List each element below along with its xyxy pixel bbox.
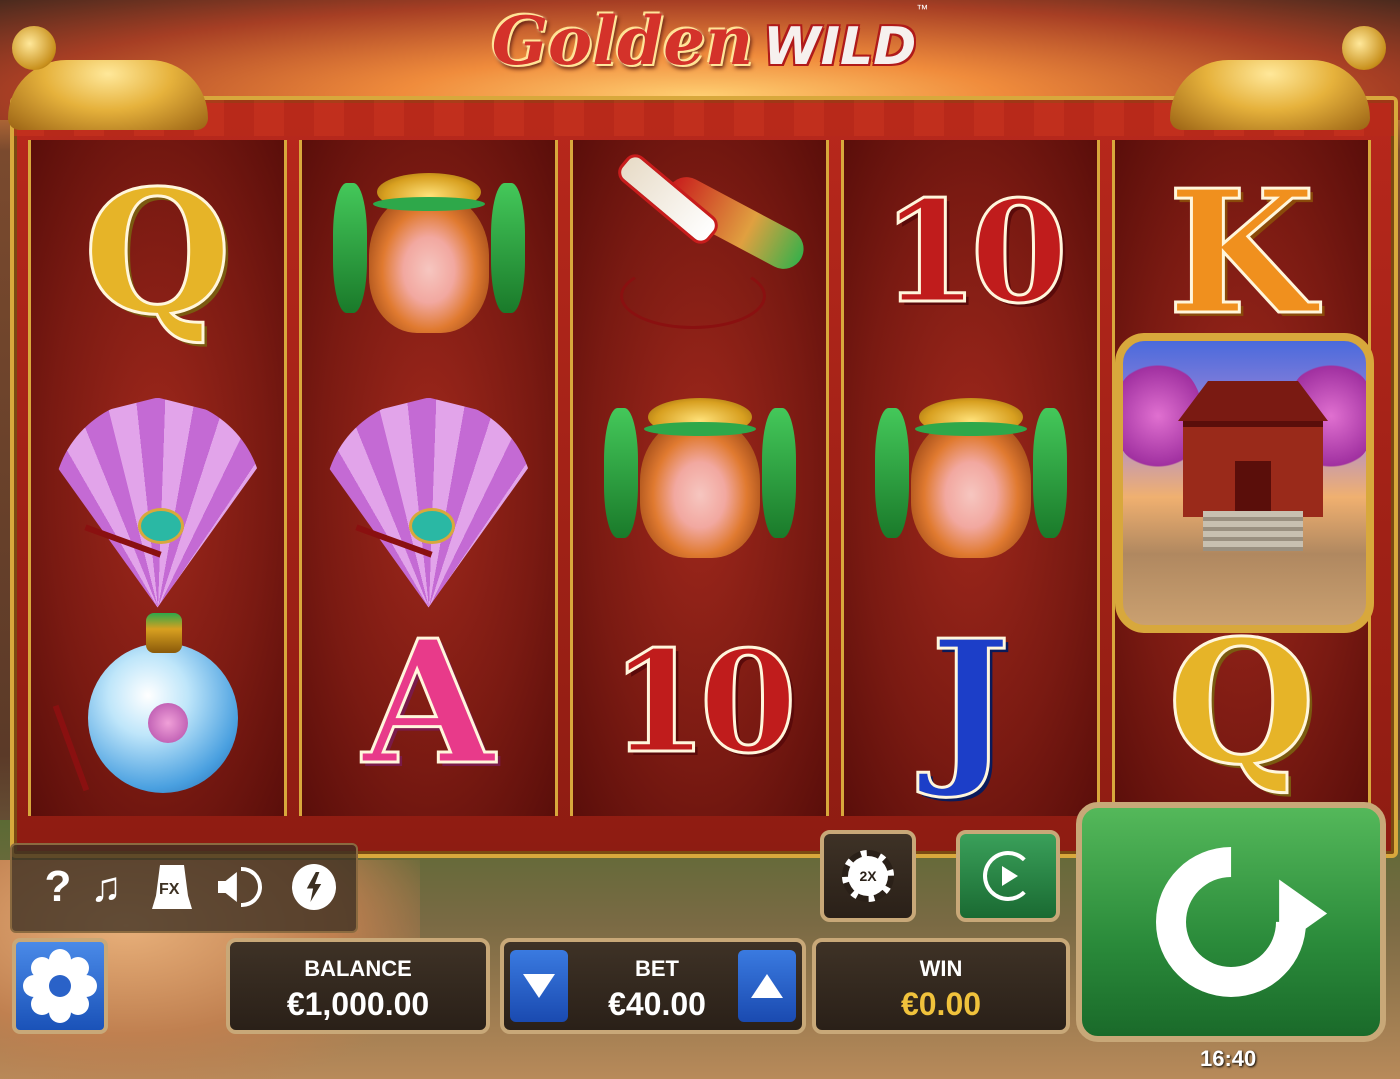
letter-symbol: A	[361, 602, 496, 803]
reel-cell: Q	[31, 140, 284, 365]
reel-cell: K	[1115, 140, 1368, 365]
reel-cell	[302, 365, 555, 608]
logo-wild: WILD	[763, 17, 917, 77]
chip-label: 2X	[859, 868, 877, 884]
fan-symbol	[43, 388, 273, 608]
reel-2: A	[299, 140, 558, 816]
peacock-ornament-left	[8, 26, 228, 136]
reel-cell	[573, 140, 826, 365]
utility-icon-panel: ? ♫ FX	[10, 843, 358, 933]
pot-of-gold-symbol	[871, 388, 1071, 568]
bet-value: €40.00	[608, 986, 706, 1022]
arrow-up-icon	[751, 974, 783, 998]
gear-icon	[33, 959, 87, 1013]
reel-cell: J	[844, 590, 1097, 815]
pot-of-gold-symbol	[329, 163, 529, 343]
trademark: ™	[916, 2, 929, 16]
pot-of-gold-symbol	[600, 388, 800, 568]
music-button[interactable]: ♫	[84, 863, 128, 911]
temple-wild-symbol	[1115, 333, 1374, 633]
balance-label: BALANCE	[304, 956, 412, 981]
chip-icon: 2X	[842, 850, 894, 902]
spin-arrow-icon	[1124, 815, 1338, 1029]
letter-symbol: Q	[1166, 602, 1317, 803]
reel-cell	[302, 140, 555, 365]
letter-symbol: K	[1166, 152, 1317, 353]
win-panel: WIN €0.00	[812, 938, 1070, 1034]
bet-decrease-button[interactable]	[510, 950, 568, 1022]
win-value: €0.00	[900, 986, 982, 1022]
clock: 16:40	[1200, 1046, 1257, 1071]
letter-symbol: 10	[880, 170, 1070, 335]
win-label: WIN	[919, 956, 963, 981]
game-logo: Golden WILD™	[410, 2, 1010, 82]
arrow-down-icon	[523, 974, 555, 998]
sound-fx-button[interactable]: FX	[150, 863, 194, 911]
lightning-icon	[292, 864, 336, 910]
autoplay-icon	[983, 851, 1033, 901]
dagger-symbol	[580, 148, 820, 343]
bell-fx-icon: FX	[152, 865, 192, 909]
bet-label: BET	[635, 956, 679, 981]
fx-label: FX	[159, 881, 180, 898]
reel-4: 10 J	[841, 140, 1100, 816]
volume-button[interactable]	[218, 863, 262, 911]
balance-value: €1,000.00	[286, 986, 430, 1022]
reel-cell	[31, 590, 284, 815]
reels-area: Q A 10 10 J K Q	[28, 140, 1374, 816]
autoplay-button[interactable]	[956, 830, 1060, 922]
reel-cell	[573, 365, 826, 590]
balance-panel: BALANCE €1,000.00	[226, 938, 490, 1034]
bet-increase-button[interactable]	[738, 950, 796, 1022]
logo-golden: Golden	[491, 2, 754, 80]
help-icon: ?	[44, 862, 72, 911]
reel-3: 10	[570, 140, 829, 816]
letter-symbol: 10	[609, 620, 799, 785]
reel-cell: A	[302, 590, 555, 815]
reel-cell	[844, 365, 1097, 590]
snuff-bottle-symbol	[52, 603, 258, 803]
music-note-icon: ♫	[90, 863, 122, 910]
double-chance-button[interactable]: 2X	[820, 830, 916, 922]
reel-1: Q	[28, 140, 287, 816]
turbo-button[interactable]	[292, 863, 336, 911]
bet-panel: BET €40.00	[500, 938, 806, 1034]
sound-waves-icon	[240, 867, 262, 907]
speaker-icon	[218, 872, 237, 902]
fan-symbol	[314, 388, 544, 608]
spin-button[interactable]	[1076, 802, 1386, 1042]
letter-symbol: J	[929, 602, 1012, 803]
reel-5: KQ	[1112, 140, 1374, 816]
letter-symbol: Q	[82, 152, 233, 353]
reel-cell: 10	[844, 140, 1097, 365]
settings-button[interactable]	[12, 938, 108, 1034]
reel-cell: 10	[573, 590, 826, 815]
help-button[interactable]: ?	[36, 862, 80, 911]
reel-cell	[31, 365, 284, 608]
peacock-ornament-right	[1170, 26, 1390, 136]
